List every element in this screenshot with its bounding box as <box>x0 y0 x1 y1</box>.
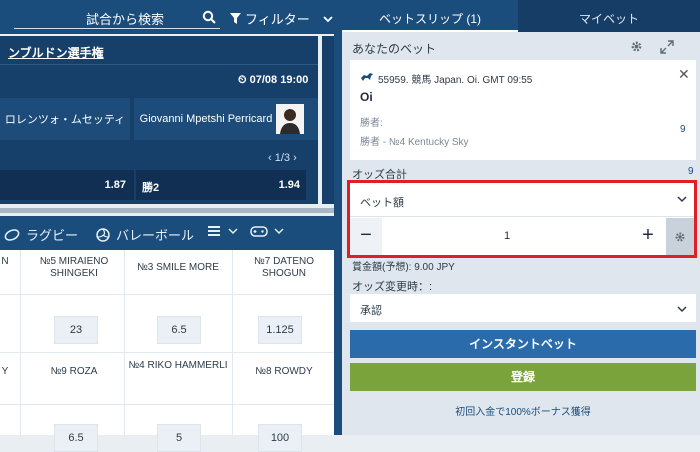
odd-button-1[interactable]: 1.87 <box>0 170 134 200</box>
sports-bar: ラグビー バレーボール <box>0 216 334 250</box>
player-avatar <box>276 104 304 134</box>
runner-header: №3 SMILE MORE <box>137 262 219 273</box>
odds-button[interactable]: 1.125 <box>258 316 302 344</box>
search-icon[interactable] <box>202 10 216 24</box>
expand-icon[interactable] <box>660 40 674 54</box>
potential-payout: 賞金額(予想): 9.00 JPY <box>352 262 455 273</box>
chevron-down-icon <box>323 15 333 22</box>
tab-my-bets[interactable]: マイベット <box>518 0 700 32</box>
sport-rugby[interactable]: ラグビー <box>4 225 78 244</box>
odds-button[interactable]: 5 <box>157 424 201 452</box>
odds-button[interactable]: 23 <box>54 316 98 344</box>
runner-header: №4 RIKO HAMMERLI <box>128 360 228 371</box>
grid-line <box>0 404 334 405</box>
odds-change-label: オッズ変更時：: <box>352 281 433 293</box>
sport-label: ラグビー <box>26 228 79 243</box>
minus-button[interactable]: − <box>350 218 382 255</box>
filter-button[interactable]: フィルター <box>230 9 334 28</box>
odds-button[interactable]: 6.5 <box>54 424 98 452</box>
bonus-link[interactable]: 初回入金で100%ボーナス獲得 <box>350 403 696 418</box>
odds-change-select[interactable]: 承認 <box>350 294 696 322</box>
divider <box>0 64 318 65</box>
horse-icon <box>361 73 373 81</box>
total-odds-value: 9 <box>688 166 694 177</box>
chevron-down-icon <box>677 196 687 203</box>
chevron-left-icon[interactable]: ‹ <box>268 152 275 164</box>
register-button[interactable]: 登録 <box>350 363 696 391</box>
chevron-down-icon <box>677 306 687 313</box>
sport-volleyball[interactable]: バレーボール <box>96 225 194 244</box>
pager-text: 1/3 <box>274 152 291 164</box>
bet-odds: 9 <box>680 124 686 135</box>
chevron-down-icon <box>228 228 238 235</box>
bet-selection: 勝者 - №4 Kentucky Sky <box>360 137 469 148</box>
grid-line <box>124 250 125 435</box>
plus-button[interactable]: + <box>632 218 664 255</box>
pager[interactable]: ‹ 1/3 › <box>268 152 297 164</box>
funnel-icon <box>230 13 241 24</box>
odd-button-2[interactable]: 勝2 1.94 <box>136 170 306 200</box>
pane-divider <box>334 0 342 435</box>
odds-button[interactable]: 6.5 <box>157 316 201 344</box>
instant-bet-button[interactable]: インスタントベット <box>350 330 696 358</box>
odd-value: 1.87 <box>104 179 126 191</box>
menu-icon <box>208 226 220 236</box>
chevron-down-icon <box>274 228 284 235</box>
next-event-strip[interactable] <box>322 36 334 204</box>
close-icon[interactable]: ✕ <box>678 66 690 83</box>
bet-name: Oi <box>360 90 373 104</box>
search-input[interactable]: 試合から検索 <box>14 5 220 29</box>
odds-grid: N №5 MIRAIENO SHINGEKI №3 SMILE MORE №7 … <box>0 250 334 452</box>
horizontal-scrollbar[interactable] <box>0 208 334 213</box>
runner-header: Y <box>1 366 9 377</box>
odd-label: 勝2 <box>142 182 160 194</box>
bet-market: 勝者: <box>360 118 383 129</box>
volleyball-icon <box>96 227 110 242</box>
bet-event: 55959. 競馬 Japan. Oi. GMT 09:55 <box>378 75 533 86</box>
stake-select[interactable]: ベット額 <box>350 183 694 217</box>
grid-line <box>20 250 21 435</box>
sport-label: バレーボール <box>116 228 195 243</box>
chevron-right-icon[interactable]: › <box>290 152 297 164</box>
odds-button[interactable]: 100 <box>258 424 302 452</box>
grid-line <box>232 250 233 435</box>
runner-header: №5 MIRAIENO SHINGEKI <box>39 256 109 279</box>
rugby-ball-icon <box>4 228 20 241</box>
esports-menu[interactable] <box>250 225 284 237</box>
gamepad-icon <box>250 226 268 237</box>
event-title[interactable]: ンブルドン選手権 <box>8 44 104 61</box>
grid-line <box>0 352 334 353</box>
team-1: ロレンツォ・ムセッティ <box>0 98 130 140</box>
runner-header: №8 ROWDY <box>255 366 313 377</box>
your-bets-heading: あなたのベット <box>352 42 437 56</box>
clock-icon: ⏲ <box>238 74 250 86</box>
stake-settings-button[interactable] <box>666 218 694 255</box>
runner-header: №7 DATENO SHOGUN <box>254 256 314 279</box>
gear-icon[interactable] <box>630 40 643 53</box>
grid-line <box>0 294 334 295</box>
more-sports-menu[interactable] <box>208 225 238 237</box>
filter-label: フィルター <box>245 12 310 27</box>
tab-betslip[interactable]: ベットスリップ (1) <box>342 0 518 32</box>
event-time: ⏲ 07/08 19:00 <box>238 74 308 87</box>
runner-header: №9 ROZA <box>50 366 98 377</box>
event-time-text: 07/08 19:00 <box>249 74 309 86</box>
gear-icon <box>675 232 685 241</box>
stake-input[interactable]: 1 <box>382 218 632 255</box>
odd-value: 1.94 <box>278 179 300 191</box>
runner-header: N <box>1 256 9 267</box>
search-text: 試合から検索 <box>86 12 165 27</box>
